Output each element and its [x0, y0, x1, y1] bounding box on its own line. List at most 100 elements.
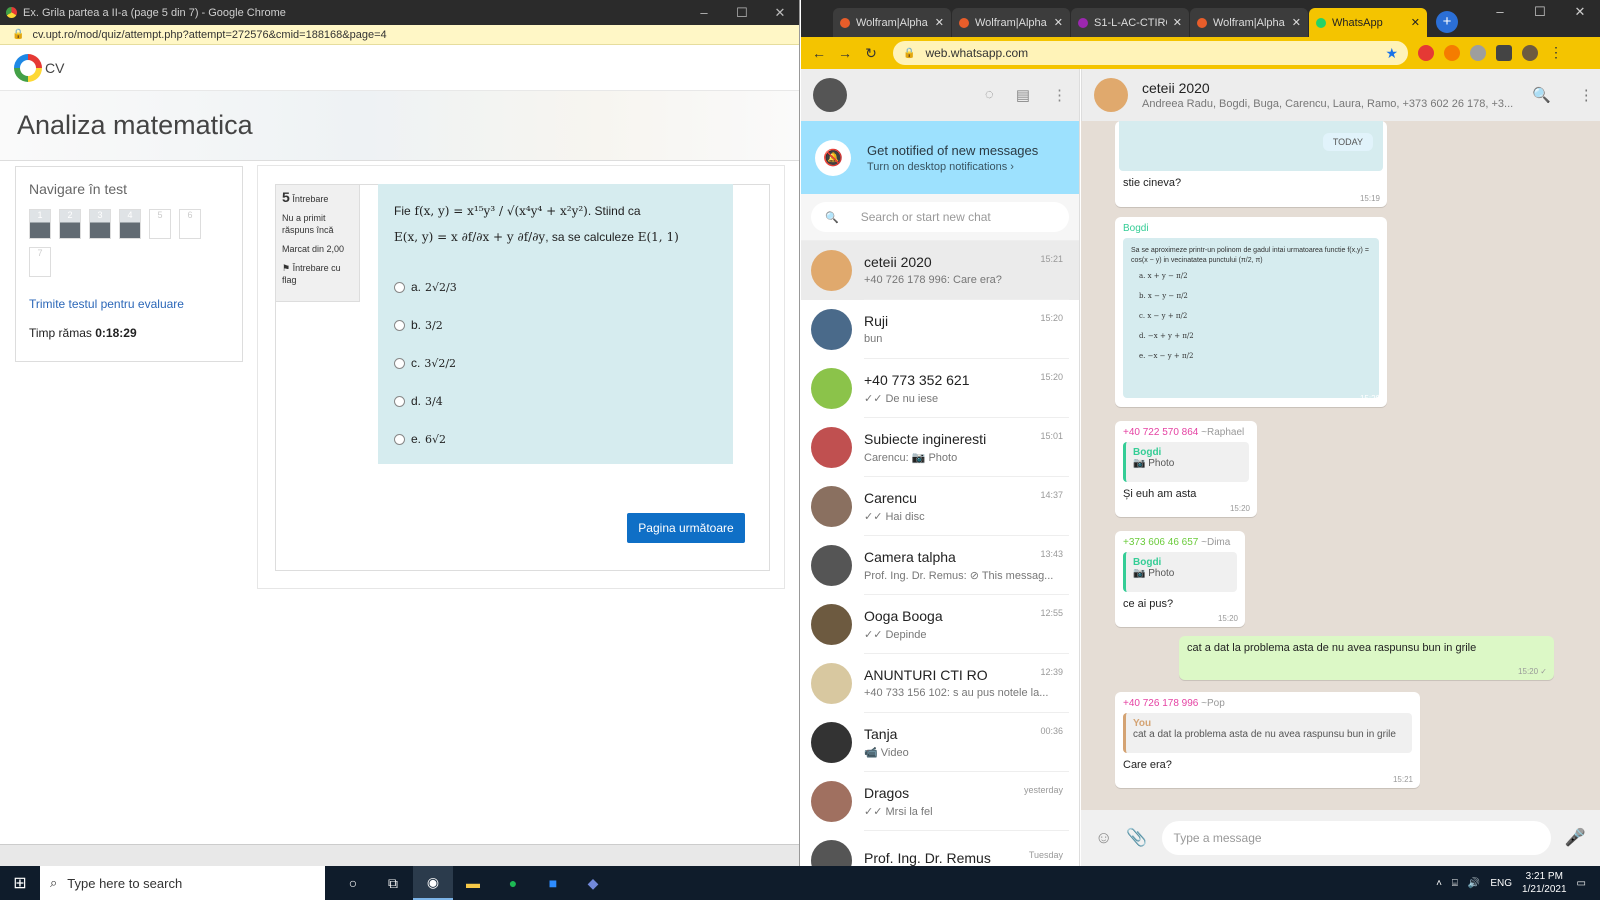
answer-option[interactable]: c. 3√2/2: [394, 344, 717, 382]
notification-link[interactable]: Turn on desktop notifications ›: [867, 161, 1038, 173]
spotify-icon[interactable]: ●: [493, 866, 533, 900]
tab-s1-l-ac[interactable]: S1-L-AC-CTIRO ✕: [1071, 8, 1189, 37]
message-bubble[interactable]: +40 726 178 996 ~Pop You cat a dat la pr…: [1115, 692, 1420, 788]
question-nav-button-current[interactable]: 5: [149, 209, 171, 239]
microphone-icon[interactable]: 🎤: [1565, 828, 1586, 848]
chat-avatar[interactable]: [811, 250, 852, 291]
address-bar[interactable]: 🔒 web.whatsapp.com ★: [893, 41, 1408, 65]
chat-list-item[interactable]: ceteii 2020 15:21 +40 726 178 996: Care er…: [801, 241, 1079, 300]
chat-avatar[interactable]: [811, 663, 852, 704]
chat-avatar[interactable]: [811, 722, 852, 763]
close-button[interactable]: ✕: [761, 5, 799, 21]
tab-whatsapp[interactable]: WhatsApp ✕: [1309, 8, 1427, 37]
tab-wolfram-3[interactable]: Wolfram|Alpha ✕: [1190, 8, 1308, 37]
question-nav-button[interactable]: 7: [29, 247, 51, 277]
quoted-message[interactable]: Bogdi 📷 Photo: [1123, 552, 1237, 592]
radio-button[interactable]: [394, 395, 405, 407]
next-page-button[interactable]: Pagina următoare: [627, 513, 745, 543]
adblock-icon[interactable]: [1418, 45, 1434, 61]
volume-icon[interactable]: 🔊: [1468, 878, 1480, 889]
chat-avatar[interactable]: [811, 604, 852, 645]
bookmark-star-icon[interactable]: ★: [1385, 45, 1398, 62]
chrome-icon[interactable]: ◉: [413, 866, 453, 900]
notifications-icon[interactable]: ▭: [1577, 878, 1586, 889]
taskbar-search[interactable]: ⌕ Type here to search: [40, 866, 325, 900]
close-tab-icon[interactable]: ✕: [935, 16, 944, 29]
close-tab-icon[interactable]: ✕: [1292, 16, 1301, 29]
flag-question-link[interactable]: ⚑ Întrebare cu flag: [282, 262, 353, 286]
puzzle-icon[interactable]: [1496, 45, 1512, 61]
reload-icon[interactable]: ↻: [861, 45, 881, 62]
chat-avatar[interactable]: [811, 781, 852, 822]
math-image[interactable]: Sa se aproximeze printr-un polinom de ga…: [1123, 238, 1379, 398]
site-logo-icon[interactable]: [14, 53, 42, 82]
menu-icon[interactable]: ⋮: [1579, 86, 1594, 104]
chat-avatar[interactable]: [811, 486, 852, 527]
windows-start-icon[interactable]: ⊞: [0, 873, 40, 893]
task-view-icon[interactable]: ⧉: [373, 866, 413, 900]
question-nav-button[interactable]: 2: [59, 209, 81, 239]
close-tab-icon[interactable]: ✕: [1173, 16, 1182, 29]
question-nav-button[interactable]: 6: [179, 209, 201, 239]
close-tab-icon[interactable]: ✕: [1054, 16, 1063, 29]
menu-icon[interactable]: ⋮: [1052, 86, 1067, 104]
extension-icon[interactable]: [1444, 45, 1460, 61]
question-nav-button[interactable]: 3: [89, 209, 111, 239]
language-indicator[interactable]: ENG: [1490, 878, 1512, 889]
chat-avatar[interactable]: [811, 309, 852, 350]
quoted-message[interactable]: Bogdi 📷 Photo: [1123, 442, 1249, 482]
minimize-button[interactable]: –: [685, 5, 723, 21]
chat-list-item[interactable]: Prof. Ing. Dr. Remus Tuesday: [801, 831, 1079, 866]
clock[interactable]: 3:21 PM 1/21/2021: [1522, 870, 1567, 896]
answer-option[interactable]: a. 2√2/3: [394, 268, 717, 306]
search-icon[interactable]: 🔍: [1532, 86, 1551, 104]
chat-list-item[interactable]: +40 773 352 621 15:20 ✓✓ De nu iese: [801, 359, 1079, 418]
chat-list-item[interactable]: Dragos yesterday ✓✓ Mrsi la fel: [801, 772, 1079, 831]
message-bubble[interactable]: Bogdi Sa se aproximeze printr-un polinom…: [1115, 217, 1387, 407]
notification-banner[interactable]: 🔕 Get notified of new messages Turn on d…: [801, 121, 1079, 194]
chat-avatar[interactable]: [811, 368, 852, 409]
radio-button[interactable]: [394, 433, 405, 445]
chat-avatar[interactable]: [811, 427, 852, 468]
extension-icon[interactable]: [1470, 45, 1486, 61]
status-icon[interactable]: ◌: [985, 86, 994, 104]
forward-icon[interactable]: →: [835, 45, 855, 61]
outgoing-message-bubble[interactable]: cat a dat la problema asta de nu avea ra…: [1179, 636, 1554, 680]
cortana-icon[interactable]: ○: [333, 866, 373, 900]
network-icon[interactable]: ⌸: [1452, 878, 1458, 889]
answer-option[interactable]: e. 6√2: [394, 420, 717, 458]
site-logo-text[interactable]: CV: [45, 60, 64, 76]
chat-list-item[interactable]: Camera talpha 13:43 Prof. Ing. Dr. Remus: …: [801, 536, 1079, 595]
group-avatar[interactable]: [1094, 78, 1128, 112]
profile-avatar[interactable]: [813, 78, 847, 112]
attach-icon[interactable]: 📎: [1126, 828, 1147, 848]
address-bar[interactable]: 🔒 cv.upt.ro/mod/quiz/attempt.php?attempt…: [0, 25, 799, 45]
radio-button[interactable]: [394, 281, 405, 293]
chat-list-item[interactable]: Ooga Booga 12:55 ✓✓ Depinde: [801, 595, 1079, 654]
chat-list-item[interactable]: ANUNTURI CTI RO 12:39 +40 733 156 102: s a…: [801, 654, 1079, 713]
tab-wolfram-2[interactable]: Wolfram|Alpha ✕: [952, 8, 1070, 37]
horizontal-scrollbar[interactable]: [0, 844, 799, 866]
close-tab-icon[interactable]: ✕: [1411, 16, 1420, 29]
chat-list-item[interactable]: Carencu 14:37 ✓✓ Hai disc: [801, 477, 1079, 536]
minimize-button[interactable]: –: [1480, 0, 1520, 24]
maximize-button[interactable]: ☐: [1520, 0, 1560, 24]
new-chat-icon[interactable]: ▤: [1016, 86, 1030, 104]
emoji-icon[interactable]: ☺: [1095, 828, 1112, 848]
message-bubble[interactable]: +373 606 46 657 ~Dima Bogdi 📷 Photo ce a…: [1115, 531, 1245, 627]
search-input[interactable]: 🔍 Search or start new chat: [811, 202, 1069, 232]
menu-icon[interactable]: ⋮: [1548, 45, 1564, 61]
show-hidden-icons[interactable]: ˄: [1436, 878, 1442, 889]
chat-list-item[interactable]: Tanja 00:36 📹 Video: [801, 713, 1079, 772]
radio-button[interactable]: [394, 357, 405, 369]
maximize-button[interactable]: ☐: [723, 5, 761, 21]
conversation-header[interactable]: ceteii 2020 Andreea Radu, Bogdi, Buga, C…: [1081, 69, 1600, 121]
quoted-message[interactable]: You cat a dat la problema asta de nu ave…: [1123, 713, 1412, 753]
message-bubble[interactable]: stie cineva? 15:19 TODAY: [1115, 121, 1387, 207]
chat-list-item[interactable]: Ruji 15:20 bun: [801, 300, 1079, 359]
chat-avatar[interactable]: [811, 840, 852, 866]
radio-button[interactable]: [394, 319, 405, 331]
chat-list-item[interactable]: Subiecte ingineresti 15:01 Carencu: 📷 Phot…: [801, 418, 1079, 477]
question-nav-button[interactable]: 1: [29, 209, 51, 239]
submit-quiz-link[interactable]: Trimite testul pentru evaluare: [29, 297, 229, 311]
